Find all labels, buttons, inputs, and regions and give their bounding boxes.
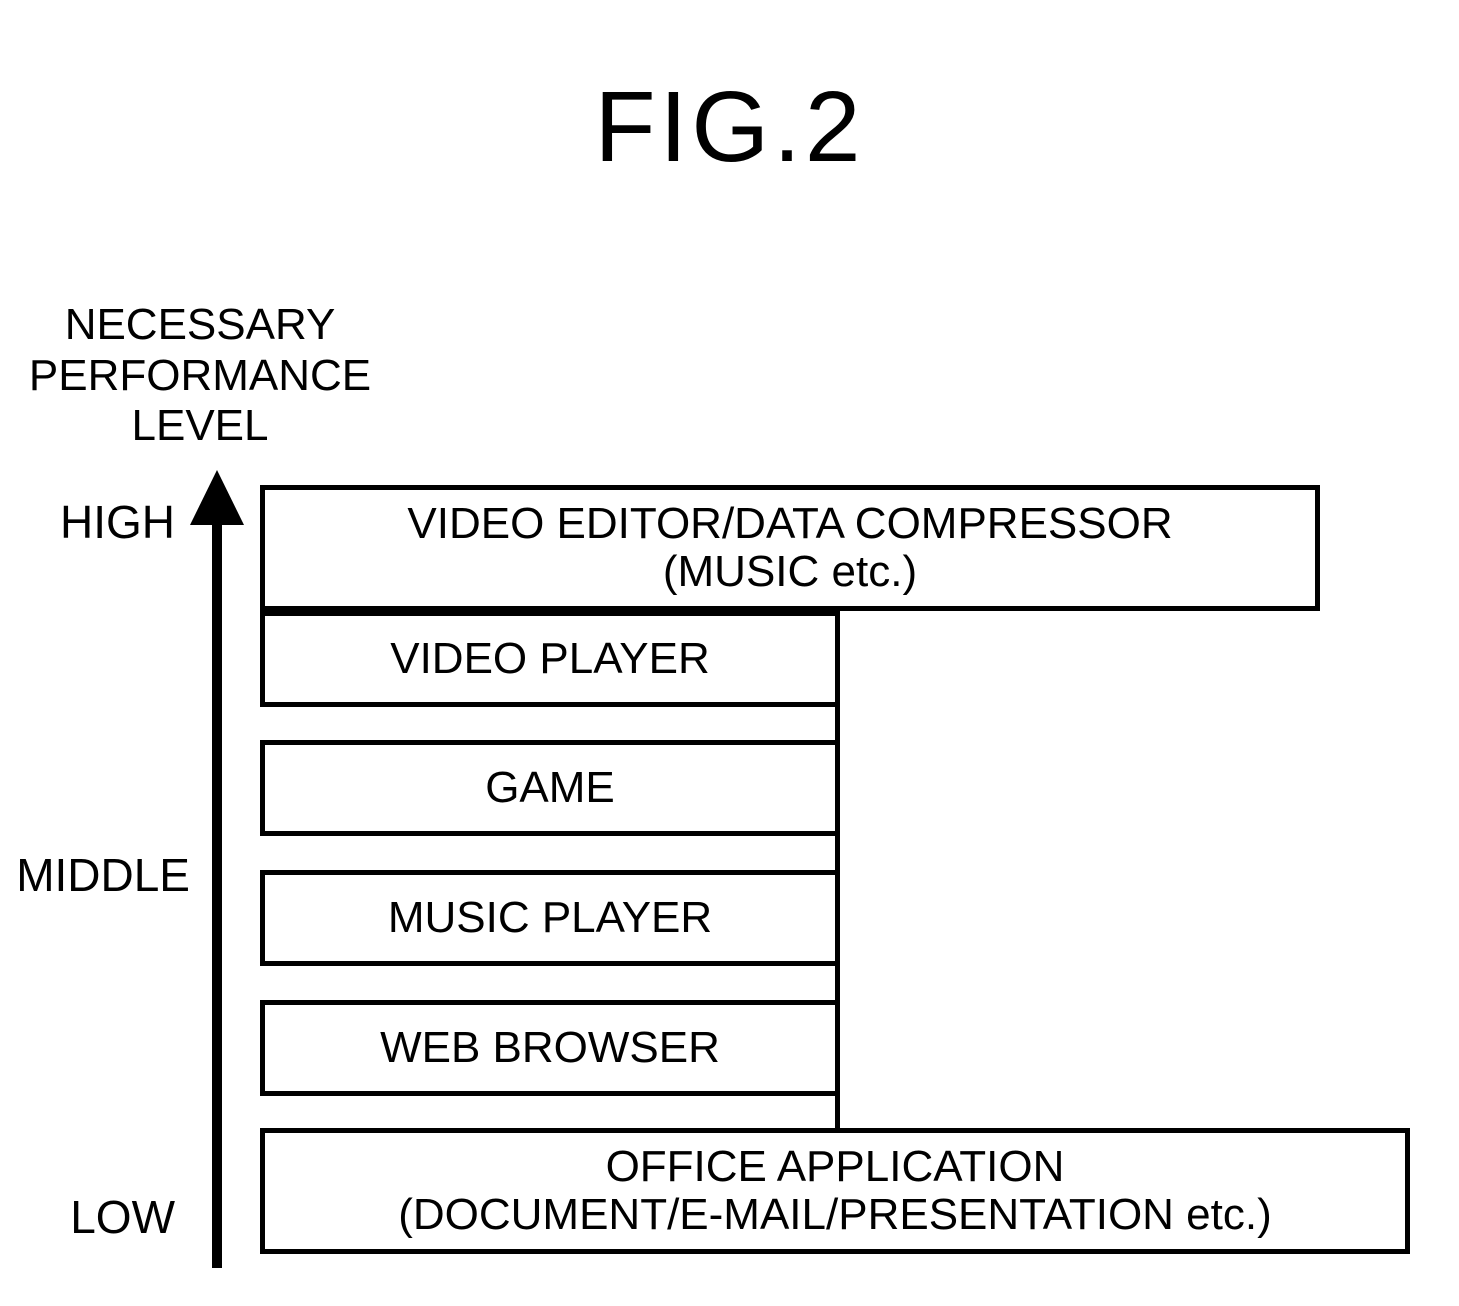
bar-video-editor-label-line1: VIDEO EDITOR/DATA COMPRESSOR bbox=[407, 500, 1172, 548]
y-tick-middle: MIDDLE bbox=[0, 848, 190, 902]
bar-game-label: GAME bbox=[485, 764, 615, 812]
y-axis-heading-line3: LEVEL bbox=[20, 401, 380, 452]
bar-game: GAME bbox=[260, 740, 840, 836]
bar-video-editor: VIDEO EDITOR/DATA COMPRESSOR (MUSIC etc.… bbox=[260, 485, 1320, 611]
bar-video-player: VIDEO PLAYER bbox=[260, 611, 840, 707]
bar-video-editor-label-line2: (MUSIC etc.) bbox=[663, 548, 917, 596]
bar-office-application: OFFICE APPLICATION (DOCUMENT/E-MAIL/PRES… bbox=[260, 1128, 1410, 1254]
bar-video-player-label: VIDEO PLAYER bbox=[390, 635, 710, 683]
bar-office-application-label-line2: (DOCUMENT/E-MAIL/PRESENTATION etc.) bbox=[398, 1191, 1272, 1239]
bar-web-browser: WEB BROWSER bbox=[260, 1000, 840, 1096]
y-axis-heading-line1: NECESSARY bbox=[20, 300, 380, 351]
y-axis-heading: NECESSARY PERFORMANCE LEVEL bbox=[20, 300, 380, 452]
y-axis-heading-line2: PERFORMANCE bbox=[20, 351, 380, 402]
y-tick-high: HIGH bbox=[20, 495, 175, 549]
y-tick-low: LOW bbox=[20, 1190, 175, 1244]
bar-music-player-label: MUSIC PLAYER bbox=[388, 894, 712, 942]
bar-web-browser-label: WEB BROWSER bbox=[380, 1024, 720, 1072]
figure-stage: FIG.2 NECESSARY PERFORMANCE LEVEL HIGH M… bbox=[0, 0, 1459, 1306]
y-axis-arrow-shaft-icon bbox=[212, 510, 222, 1268]
figure-title: FIG.2 bbox=[0, 70, 1459, 185]
bar-music-player: MUSIC PLAYER bbox=[260, 870, 840, 966]
bar-office-application-label-line1: OFFICE APPLICATION bbox=[606, 1143, 1065, 1191]
